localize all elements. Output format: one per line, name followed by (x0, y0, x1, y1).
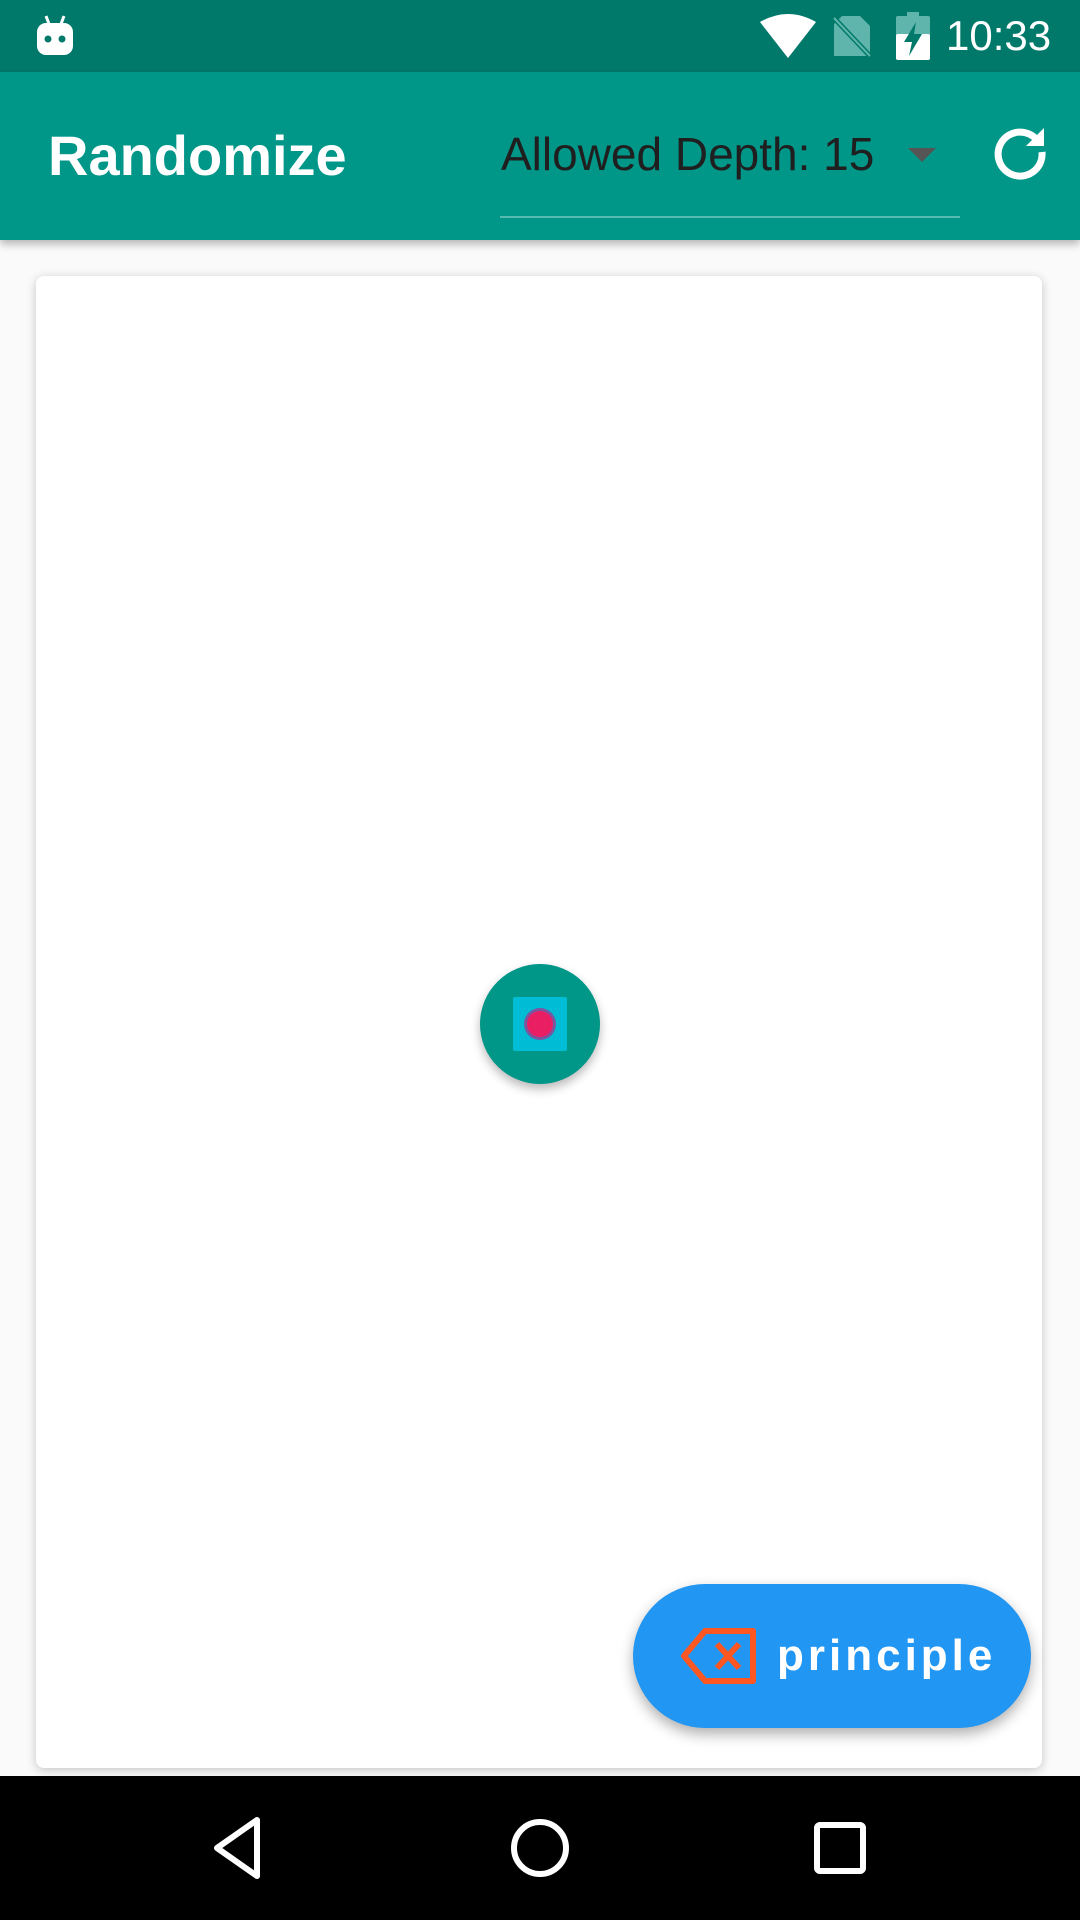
node-center-dot (527, 1011, 553, 1037)
home-circle-icon[interactable] (504, 1812, 576, 1884)
navigation-bar (0, 1776, 1080, 1920)
no-sim-icon (832, 16, 872, 58)
backspace-icon (681, 1628, 756, 1684)
allowed-depth-dropdown[interactable]: Allowed Depth: 15 (500, 110, 960, 218)
recents-square-icon[interactable] (804, 1812, 876, 1884)
allowed-depth-value: Allowed Depth: 15 (501, 128, 875, 180)
status-bar: 10:33 (0, 0, 1080, 72)
canvas-card (36, 276, 1042, 1768)
app-title: Randomize (48, 124, 347, 187)
app-bar: Randomize Allowed Depth: 15 (0, 72, 1080, 240)
back-triangle-icon[interactable] (205, 1812, 277, 1884)
node-inner-square (513, 997, 567, 1051)
dropdown-caret-icon (908, 148, 936, 162)
status-time: 10:33 (946, 12, 1052, 59)
principle-button[interactable]: principle (633, 1584, 1031, 1728)
battery-charging-icon (896, 12, 930, 60)
refresh-icon[interactable] (986, 118, 1054, 186)
root-node[interactable] (480, 964, 600, 1084)
android-robot-icon (37, 15, 73, 55)
principle-button-label: principle (777, 1631, 997, 1680)
wifi-icon (760, 14, 816, 58)
